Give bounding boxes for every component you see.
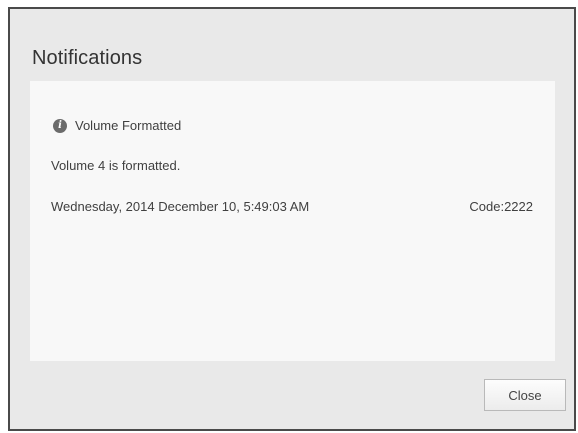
notification-title: Volume Formatted (75, 118, 182, 133)
notification-timestamp: Wednesday, 2014 December 10, 5:49:03 AM (51, 199, 310, 214)
notification-message: Volume 4 is formatted. (51, 158, 181, 173)
notification-header: i Volume Formatted (53, 118, 181, 133)
notifications-dialog: Notifications i Volume Formatted Volume … (8, 7, 576, 431)
notification-code: Code:2222 (469, 199, 533, 214)
info-icon: i (53, 118, 67, 133)
close-button[interactable]: Close (484, 379, 566, 411)
notification-panel: i Volume Formatted Volume 4 is formatted… (30, 81, 555, 361)
dialog-title: Notifications (32, 47, 143, 69)
